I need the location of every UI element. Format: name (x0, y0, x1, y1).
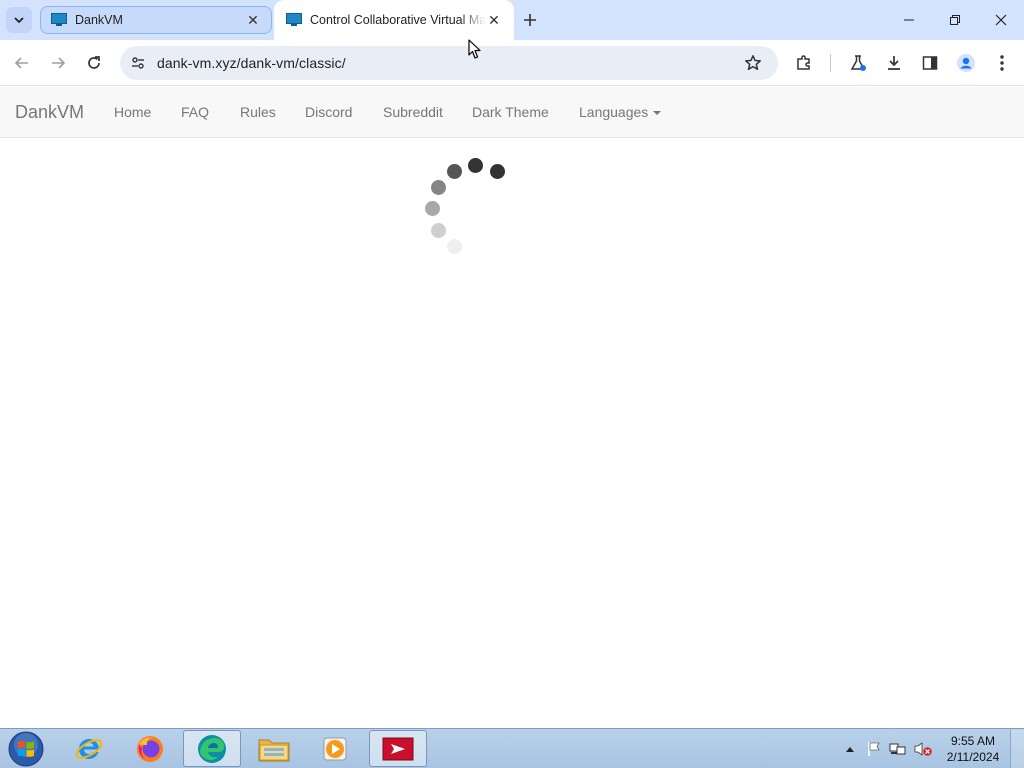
url-text: dank-vm.xyz/dank-vm/classic/ (157, 55, 346, 71)
reload-button[interactable] (80, 49, 108, 77)
close-icon[interactable]: ✕ (486, 12, 502, 28)
spinner-dot (431, 223, 446, 238)
network-icon (889, 743, 906, 755)
taskbar-internet-explorer[interactable] (60, 730, 118, 767)
chevron-down-icon (14, 17, 24, 24)
site-settings-icon[interactable] (130, 55, 146, 71)
puzzle-icon (797, 55, 810, 70)
speaker-muted-icon (914, 742, 932, 756)
restore-icon (950, 15, 960, 25)
forward-button[interactable] (44, 49, 72, 77)
monitor-icon (51, 13, 67, 26)
mouse-cursor-icon (468, 39, 481, 59)
internet-explorer-icon (75, 738, 103, 759)
labs-button[interactable] (844, 49, 872, 77)
menu-button[interactable] (988, 49, 1016, 77)
monitor-icon (286, 13, 302, 26)
show-hidden-icons-button[interactable] (842, 729, 858, 768)
back-button[interactable] (8, 49, 36, 77)
file-explorer-icon (258, 739, 290, 761)
nav-subreddit[interactable]: Subreddit (383, 104, 443, 120)
taskbar-file-explorer[interactable] (245, 730, 303, 767)
bookmark-star-icon[interactable] (744, 54, 762, 72)
close-window-button[interactable] (978, 0, 1024, 40)
spinner-dot (447, 239, 462, 254)
start-button[interactable] (6, 731, 46, 767)
tab-dankvm[interactable]: DankVM ✕ (40, 6, 272, 34)
clock-date: 2/11/2024 (946, 750, 1000, 764)
spinner-dot (447, 164, 462, 179)
taskbar-edge[interactable] (183, 730, 241, 767)
spinner-dot (431, 180, 446, 195)
tab-control-collaborative[interactable]: Control Collaborative Virtual Machines ✕ (274, 0, 514, 40)
forward-arrow-icon (52, 57, 66, 69)
avatar-icon (957, 54, 975, 72)
downloads-button[interactable] (880, 49, 908, 77)
clock-time: 9:55 AM (950, 734, 996, 748)
close-icon (995, 14, 1007, 26)
spinner-dot (468, 158, 483, 173)
nav-faq[interactable]: FAQ (181, 104, 209, 120)
system-clock[interactable]: 9:55 AM 2/11/2024 (942, 733, 1004, 765)
firefox-icon (137, 735, 163, 762)
reload-icon (88, 56, 100, 69)
screen: DankVM ✕ Control Collaborative Virtual M… (0, 0, 1024, 768)
taskbar: 9:55 AM 2/11/2024 (0, 728, 1024, 768)
chevron-up-icon (846, 747, 854, 752)
nav-languages-dropdown[interactable]: Languages (579, 104, 662, 120)
taskbar-remote-app[interactable] (369, 730, 427, 767)
tab-search-button[interactable] (6, 7, 32, 33)
show-desktop-button[interactable] (1010, 730, 1024, 768)
taskbar-media-player[interactable] (306, 730, 364, 767)
nav-home[interactable]: Home (114, 104, 151, 120)
site-navbar: DankVM Home FAQ Rules Discord Subreddit … (0, 87, 1024, 138)
profile-button[interactable] (952, 49, 980, 77)
tab-strip: DankVM ✕ Control Collaborative Virtual M… (0, 0, 1024, 40)
toolbar-divider (830, 54, 831, 72)
address-bar[interactable]: dank-vm.xyz/dank-vm/classic/ (120, 46, 778, 80)
nav-dark-theme[interactable]: Dark Theme (472, 104, 549, 120)
minimize-button[interactable] (886, 0, 932, 40)
minimize-icon (904, 19, 914, 21)
taskbar-firefox[interactable] (121, 730, 179, 767)
tab-title: DankVM (75, 13, 123, 27)
windows-orb-icon (8, 731, 44, 767)
flask-icon (850, 55, 866, 71)
plus-icon (524, 14, 536, 26)
browser-toolbar: dank-vm.xyz/dank-vm/classic/ (0, 40, 1024, 86)
action-center-flag[interactable] (864, 729, 884, 768)
caret-down-icon (653, 111, 662, 116)
back-arrow-icon (14, 57, 28, 69)
nav-rules[interactable]: Rules (240, 104, 276, 120)
tab-title: Control Collaborative Virtual Machines (310, 13, 486, 27)
kebab-menu-icon (1000, 55, 1004, 71)
flag-icon (868, 742, 880, 756)
edge-icon (198, 734, 226, 763)
side-panel-icon (922, 56, 938, 70)
spinner-dot (425, 201, 440, 216)
nav-discord[interactable]: Discord (305, 104, 352, 120)
close-icon[interactable]: ✕ (245, 12, 261, 28)
restore-button[interactable] (932, 0, 978, 40)
volume-tray[interactable] (912, 729, 934, 768)
spinner-dot (490, 164, 505, 179)
network-tray[interactable] (888, 729, 908, 768)
new-tab-button[interactable] (518, 8, 542, 32)
languages-label: Languages (579, 104, 649, 120)
download-icon (888, 56, 900, 70)
extensions-button[interactable] (790, 49, 818, 77)
media-player-icon (323, 737, 347, 760)
side-panel-button[interactable] (916, 49, 944, 77)
site-brand[interactable]: DankVM (15, 102, 84, 123)
remote-app-icon (382, 737, 414, 760)
